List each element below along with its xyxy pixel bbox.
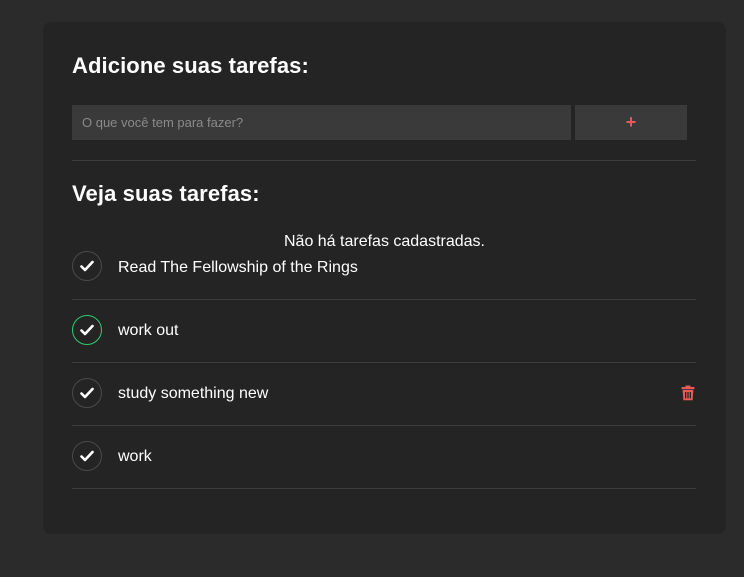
complete-task-button[interactable] (72, 441, 102, 471)
task-input[interactable] (72, 105, 571, 140)
task-item: work out (72, 300, 696, 363)
section-divider (72, 160, 696, 161)
todo-card: Adicione suas tarefas: + Veja suas taref… (43, 22, 726, 534)
task-item: work (72, 426, 696, 489)
check-icon (80, 387, 94, 399)
task-item: study something new (72, 363, 696, 426)
task-item: Read The Fellowship of the Rings (72, 237, 696, 300)
task-text: work out (118, 322, 179, 339)
task-text: Read The Fellowship of the Rings (118, 259, 358, 276)
complete-task-button[interactable] (72, 251, 102, 281)
delete-task-button[interactable] (680, 385, 696, 403)
add-task-button[interactable]: + (575, 105, 687, 140)
add-tasks-title: Adicione suas tarefas: (72, 53, 309, 78)
add-task-form: + (72, 105, 687, 140)
task-text: study something new (118, 385, 269, 402)
check-icon (80, 324, 94, 336)
check-icon (80, 260, 94, 272)
check-icon (80, 450, 94, 462)
task-text: work (118, 448, 152, 465)
complete-task-button[interactable] (72, 315, 102, 345)
trash-icon (681, 385, 695, 401)
view-tasks-title: Veja suas tarefas: (72, 181, 260, 206)
complete-task-button[interactable] (72, 378, 102, 408)
task-list: Read The Fellowship of the Rings work ou… (72, 237, 696, 489)
